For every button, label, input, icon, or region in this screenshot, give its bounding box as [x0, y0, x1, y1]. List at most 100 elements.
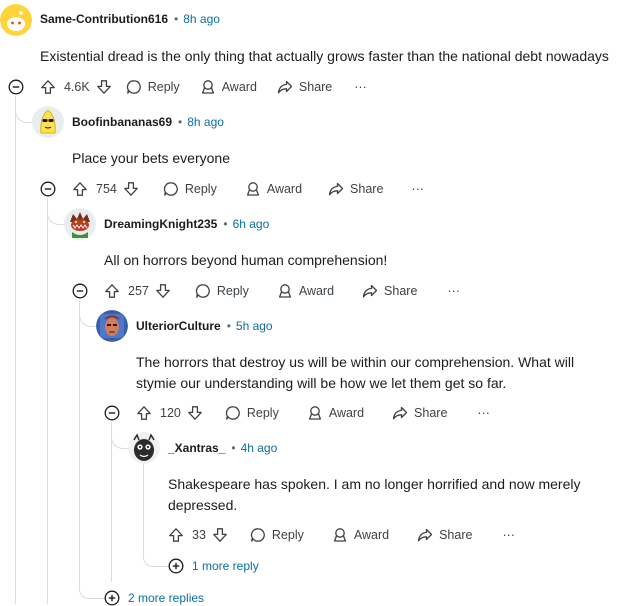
award-label: Award — [353, 528, 390, 542]
speech-bubble-icon — [250, 528, 265, 542]
vote-count: 120 — [160, 406, 181, 420]
share-arrow-icon — [362, 284, 378, 298]
reply-label: Reply — [216, 284, 249, 298]
avatar[interactable] — [32, 106, 64, 138]
comment-body: All on horrors beyond human comprehensio… — [104, 250, 387, 271]
downvote-button[interactable] — [96, 79, 112, 95]
downvote-button[interactable] — [123, 181, 139, 197]
timestamp[interactable]: 6h ago — [233, 217, 270, 231]
reply-button[interactable]: Reply — [195, 283, 249, 299]
share-label: Share — [439, 528, 473, 542]
share-arrow-icon — [328, 182, 344, 196]
minus-circle-icon[interactable] — [104, 405, 120, 421]
reply-label: Reply — [184, 182, 217, 196]
comment-text-line: The horrors that destroy us will be with… — [136, 354, 575, 370]
overflow-menu-button[interactable]: ··· — [354, 80, 367, 94]
vote-count: 257 — [128, 284, 149, 298]
upvote-button[interactable] — [40, 79, 56, 95]
minus-circle-icon[interactable] — [72, 283, 88, 299]
reply-button[interactable]: Reply — [126, 79, 180, 95]
upvote-button[interactable] — [168, 527, 184, 543]
vote-count: 4.6K — [64, 80, 90, 94]
arrow-down-icon — [213, 528, 227, 542]
meta-separator: • — [178, 115, 183, 129]
share-button[interactable]: Share — [417, 527, 472, 543]
comment-text-line: Place your bets everyone — [72, 150, 230, 166]
share-arrow-icon — [277, 80, 293, 94]
downvote-button[interactable] — [187, 405, 203, 421]
minus-circle-icon[interactable] — [40, 181, 56, 197]
award-icon — [246, 182, 259, 196]
reply-button[interactable]: Reply — [225, 405, 279, 421]
minus-circle-icon[interactable] — [8, 79, 24, 95]
upvote-button[interactable] — [136, 405, 152, 421]
award-button[interactable]: Award — [245, 181, 302, 197]
award-button[interactable]: Award — [200, 79, 257, 95]
comment-body: Existential dread is the only thing that… — [40, 46, 609, 67]
arrow-down-icon — [124, 182, 138, 196]
share-arrow-icon — [392, 406, 408, 420]
comment-meta: Same-Contribution616 • 8h ago — [40, 11, 220, 27]
comment-meta: Boofinbananas69 • 8h ago — [72, 114, 224, 130]
overflow-menu-button[interactable]: ··· — [447, 284, 460, 298]
thread-elbow-more-l1 — [79, 585, 106, 599]
downvote-button[interactable] — [155, 283, 171, 299]
speech-bubble-icon — [126, 80, 141, 94]
award-button[interactable]: Award — [307, 405, 364, 421]
award-icon — [201, 80, 214, 94]
avatar[interactable] — [96, 310, 128, 342]
author-name[interactable]: Same-Contribution616 — [40, 12, 168, 26]
award-icon — [278, 284, 291, 298]
award-button[interactable]: Award — [332, 527, 389, 543]
award-label: Award — [298, 284, 335, 298]
author-name[interactable]: UlteriorCulture — [136, 319, 221, 333]
share-button[interactable]: Share — [277, 79, 332, 95]
share-label: Share — [384, 284, 418, 298]
comment-text-line: stymie our understanding will be how we … — [136, 375, 507, 391]
avatar[interactable] — [128, 432, 160, 464]
comment-text-line: depressed. — [168, 497, 238, 513]
overflow-menu-button[interactable]: ··· — [411, 182, 424, 196]
plus-circle-icon — [168, 558, 184, 574]
award-label: Award — [328, 406, 365, 420]
comment-body: Place your bets everyone — [72, 148, 230, 169]
overflow-menu-button[interactable]: ··· — [502, 528, 515, 542]
arrow-up-icon — [169, 528, 183, 542]
more-replies-link[interactable]: 1 more reply — [168, 558, 259, 574]
share-label: Share — [414, 406, 448, 420]
overflow-menu-button[interactable]: ··· — [477, 406, 490, 420]
comment-actions: 754 Reply Award Share ··· — [72, 177, 424, 201]
comment-actions: 120 Reply Award Share ··· — [136, 401, 490, 425]
timestamp[interactable]: 8h ago — [183, 12, 220, 26]
author-name[interactable]: DreamingKnight235 — [104, 217, 217, 231]
speech-bubble-icon — [225, 406, 240, 420]
comment-text-line: Shakespeare has spoken. I am no longer h… — [168, 476, 581, 492]
comment-meta: DreamingKnight235 • 6h ago — [104, 216, 269, 232]
comment-text-line: All on horrors beyond human comprehensio… — [104, 252, 388, 268]
downvote-button[interactable] — [212, 527, 228, 543]
speech-bubble-icon — [195, 284, 210, 298]
share-button[interactable]: Share — [392, 405, 447, 421]
award-label: Award — [221, 80, 257, 94]
timestamp[interactable]: 5h ago — [236, 319, 273, 333]
comment-actions: 33 Reply Award Share ··· — [168, 523, 515, 547]
timestamp[interactable]: 4h ago — [241, 441, 278, 455]
meta-separator: • — [231, 441, 236, 455]
reply-button[interactable]: Reply — [163, 181, 217, 197]
avatar[interactable] — [0, 4, 32, 36]
timestamp[interactable]: 8h ago — [187, 115, 224, 129]
share-button[interactable]: Share — [362, 283, 417, 299]
comment-body: The horrors that destroy us will be with… — [136, 352, 574, 394]
upvote-button[interactable] — [72, 181, 88, 197]
share-label: Share — [350, 182, 384, 196]
share-button[interactable]: Share — [328, 181, 383, 197]
meta-separator: • — [226, 319, 231, 333]
author-name[interactable]: Boofinbananas69 — [72, 115, 172, 129]
reply-label: Reply — [147, 80, 180, 94]
avatar[interactable] — [64, 208, 96, 240]
author-name[interactable]: _Xantras_ — [168, 441, 225, 455]
award-label: Award — [266, 182, 303, 196]
reply-button[interactable]: Reply — [250, 527, 304, 543]
award-button[interactable]: Award — [277, 283, 334, 299]
upvote-button[interactable] — [104, 283, 120, 299]
